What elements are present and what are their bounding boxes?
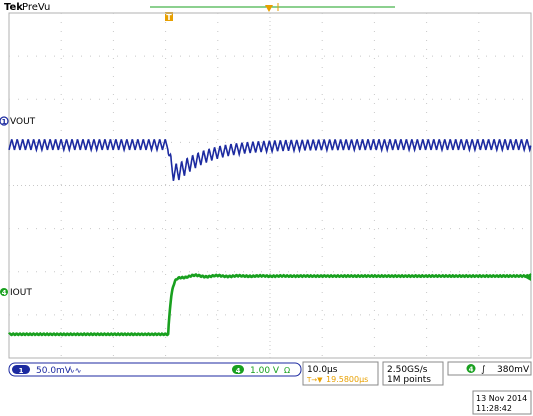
ch4-label: IOUT — [10, 288, 32, 298]
ch4-scale-text: 1.00 V — [250, 366, 280, 376]
svg-text:4: 4 — [236, 367, 241, 375]
trigger-slope-icon: ∫ — [481, 365, 486, 375]
ch1-label: VOUT — [10, 117, 36, 127]
datetime-readout: 13 Nov 2014 11:28:42 — [472, 390, 532, 415]
graticule-grid — [9, 13, 531, 358]
trigger-level: 380mV — [497, 365, 530, 375]
timebase-readout[interactable]: 10.0µs T→▼ 19.5800µs — [302, 361, 379, 386]
trigger-source: 4 — [469, 366, 474, 374]
acquisition-readout[interactable]: 2.50GS/s 1M points — [382, 361, 444, 386]
sample-rate: 2.50GS/s — [387, 365, 428, 375]
record-length: 1M points — [387, 375, 431, 385]
ch4-bw-limit-icon: Ω — [284, 366, 290, 375]
svg-text:1: 1 — [19, 367, 24, 375]
ch1-waveform — [8, 138, 532, 181]
trigger-position-value: 19.5800µs — [326, 375, 368, 384]
ch1-scale-text: 50.0mV — [36, 366, 72, 376]
mode-label: PreVu — [22, 2, 50, 13]
ch1-ground-marker[interactable]: 1 — [0, 116, 9, 126]
time-text: 11:28:42 — [476, 404, 512, 413]
trigger-position-prefix: T→▼ — [306, 376, 323, 384]
svg-text:4: 4 — [2, 289, 7, 297]
date-text: 13 Nov 2014 — [476, 394, 527, 403]
trigger-readout[interactable]: 4 ∫ 380mV — [447, 361, 532, 376]
ch1-coupling-icon: ∿∿ — [68, 366, 81, 375]
expansion-point-marker[interactable] — [265, 5, 273, 12]
ch4-ground-marker[interactable]: 4 — [0, 288, 8, 297]
brand-label: Tek — [4, 2, 23, 13]
time-per-div: 10.0µs — [307, 365, 338, 375]
svg-text:1: 1 — [2, 118, 7, 126]
oscilloscope-screen: Tek PreVu T 1 VOUT 4 IOUT 1 50.0mV ∿∿ 4 … — [0, 2, 532, 415]
svg-text:T: T — [166, 13, 172, 22]
